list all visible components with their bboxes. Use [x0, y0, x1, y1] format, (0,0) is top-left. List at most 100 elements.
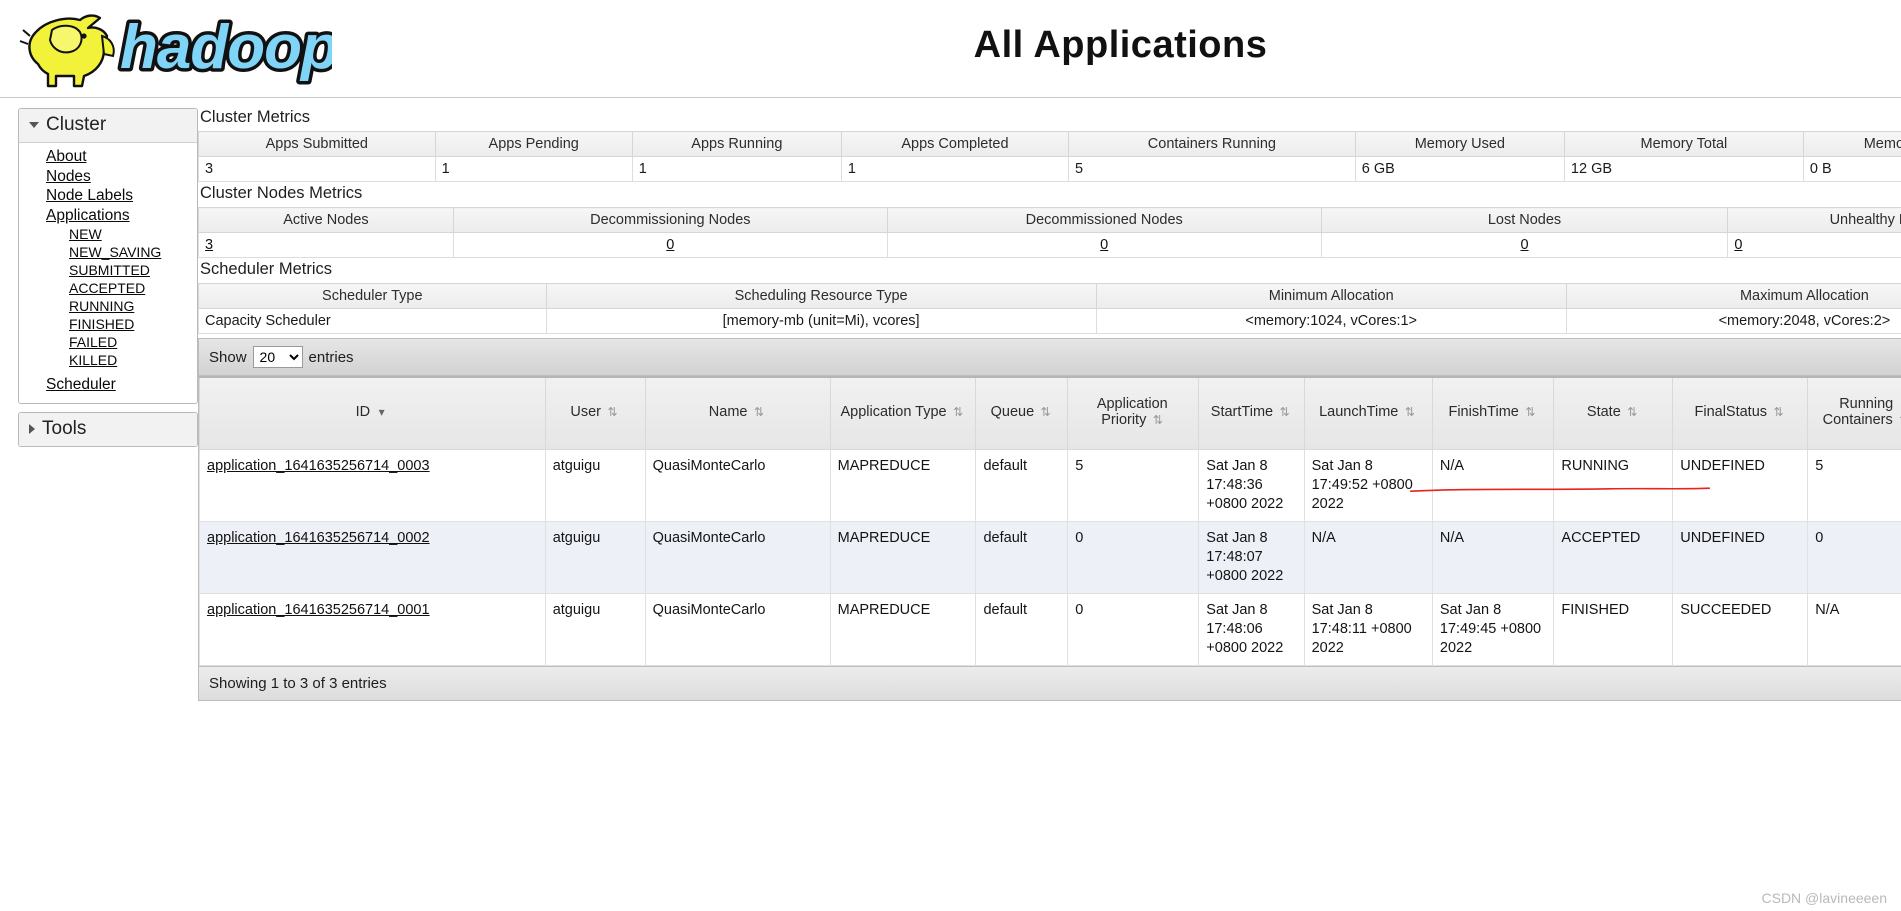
cluster-panel-header[interactable]: Cluster — [19, 109, 197, 143]
cell-running-containers: 0 — [1807, 520, 1901, 594]
cell-id: application_1641635256714_0002 — [199, 520, 546, 594]
th-queue[interactable]: Queue ⇅ — [975, 376, 1069, 450]
col-decommissioned-nodes: Decommissioned Nodes — [886, 207, 1322, 233]
hadoop-logo[interactable]: hadoop hadoop — [12, 6, 332, 92]
th-running-containers[interactable]: Running Containers⇅ — [1807, 376, 1901, 450]
val-active-nodes: 3 — [198, 232, 454, 258]
watermark-text: CSDN @lavineeeen — [1761, 890, 1888, 906]
main-content: Cluster Metrics Apps Submitted Apps Pend… — [198, 98, 1901, 701]
sidebar-state-submitted[interactable]: SUBMITTED — [19, 261, 197, 279]
applications-table: ID ▾ User ⇅ Name ⇅ Application Type ⇅ Qu… — [199, 376, 1901, 666]
cell-finalstatus: UNDEFINED — [1672, 520, 1809, 594]
val-scheduler-type: Capacity Scheduler — [198, 308, 547, 334]
val-maximum-allocation: <memory:2048, vCores:2> — [1565, 308, 1901, 334]
cell-queue: default — [975, 520, 1069, 594]
cell-id: application_1641635256714_0001 — [199, 592, 546, 666]
cluster-metrics-header-row: Apps Submitted Apps Pending Apps Running… — [198, 131, 1901, 157]
th-application-type[interactable]: Application Type ⇅ — [829, 376, 977, 450]
cell-starttime: Sat Jan 8 17:48:36 +0800 2022 — [1198, 448, 1305, 522]
sidebar-state-new[interactable]: NEW — [19, 225, 197, 243]
cell-name: QuasiMonteCarlo — [644, 520, 831, 594]
cell-user: atguigu — [544, 592, 646, 666]
sidebar-state-accepted[interactable]: ACCEPTED — [19, 279, 197, 297]
th-user[interactable]: User ⇅ — [544, 376, 646, 450]
cluster-nodes-metrics-table: Active Nodes Decommissioning Nodes Decom… — [198, 207, 1901, 258]
sort-none-icon: ⇅ — [953, 405, 964, 420]
cell-launchtime: Sat Jan 8 17:49:52 +0800 2022 — [1303, 448, 1433, 522]
table-row[interactable]: application_1641635256714_0003 atguigu Q… — [199, 448, 1901, 522]
cell-application-priority: 5 — [1067, 448, 1200, 522]
sidebar-state-new-saving[interactable]: NEW_SAVING — [19, 243, 197, 261]
cell-application-priority: 0 — [1067, 520, 1200, 594]
val-minimum-allocation: <memory:1024, vCores:1> — [1095, 308, 1567, 334]
th-application-priority[interactable]: Application Priority ⇅ — [1067, 376, 1200, 450]
val-apps-submitted: 3 — [198, 156, 436, 182]
val-memory-used: 6 GB — [1354, 156, 1565, 182]
link-active-nodes[interactable]: 3 — [205, 237, 213, 253]
sidebar-state-running[interactable]: RUNNING — [19, 297, 197, 315]
cell-application-type: MAPREDUCE — [829, 592, 977, 666]
sort-none-icon: ⇅ — [1040, 405, 1051, 420]
scheduler-metrics-title: Scheduler Metrics — [200, 260, 333, 278]
sidebar-item-node-labels[interactable]: Node Labels — [19, 186, 197, 206]
tools-panel-title: Tools — [42, 417, 87, 439]
sidebar-item-nodes[interactable]: Nodes — [19, 167, 197, 187]
scheduler-metrics-table: Scheduler Type Scheduling Resource Type … — [198, 283, 1901, 334]
val-scheduling-resource-type: [memory-mb (unit=Mi), vcores] — [545, 308, 1097, 334]
th-id[interactable]: ID ▾ — [199, 376, 546, 450]
col-maximum-allocation: Maximum Allocation — [1565, 283, 1901, 309]
link-unhealthy-nodes[interactable]: 0 — [1734, 237, 1742, 253]
val-decommissioned-nodes: 0 — [886, 232, 1322, 258]
th-name[interactable]: Name ⇅ — [644, 376, 831, 450]
sort-none-icon: ⇅ — [753, 405, 764, 420]
th-id-label: ID — [355, 404, 371, 421]
application-link[interactable]: application_1641635256714_0003 — [207, 458, 430, 474]
link-decommissioned-nodes[interactable]: 0 — [1100, 237, 1108, 253]
sidebar-item-about[interactable]: About — [19, 147, 197, 167]
th-finishtime[interactable]: FinishTime ⇅ — [1431, 376, 1555, 450]
sidebar-state-finished[interactable]: FINISHED — [19, 315, 197, 333]
cluster-metrics-table: Apps Submitted Apps Pending Apps Running… — [198, 131, 1901, 182]
link-decommissioning-nodes[interactable]: 0 — [666, 237, 674, 253]
cell-starttime: Sat Jan 8 17:48:06 +0800 2022 — [1198, 592, 1305, 666]
table-row[interactable]: application_1641635256714_0001 atguigu Q… — [199, 592, 1901, 666]
sort-none-icon: ⇅ — [607, 405, 618, 420]
th-user-label: User — [570, 404, 601, 421]
cell-state: RUNNING — [1553, 448, 1674, 522]
application-link[interactable]: application_1641635256714_0001 — [207, 602, 430, 618]
link-lost-nodes[interactable]: 0 — [1520, 237, 1528, 253]
cell-id: application_1641635256714_0003 — [199, 448, 546, 522]
page-size-select[interactable]: 20 50 100 — [252, 346, 303, 368]
sidebar-state-killed[interactable]: KILLED — [19, 351, 197, 369]
th-starttime[interactable]: StartTime ⇅ — [1198, 376, 1305, 450]
sidebar-item-applications[interactable]: Applications — [19, 206, 197, 226]
cluster-nodes-metrics-title: Cluster Nodes Metrics — [200, 184, 363, 202]
th-launchtime[interactable]: LaunchTime ⇅ — [1303, 376, 1433, 450]
application-link[interactable]: application_1641635256714_0002 — [207, 530, 430, 546]
th-finalstatus[interactable]: FinalStatus ⇅ — [1672, 376, 1809, 450]
cluster-panel: Cluster About Nodes Node Labels Applicat… — [18, 108, 198, 404]
th-state[interactable]: State ⇅ — [1553, 376, 1674, 450]
cell-running-containers: 5 — [1807, 448, 1901, 522]
sort-none-icon: ⇅ — [1773, 405, 1784, 420]
tools-panel-header[interactable]: Tools — [19, 412, 197, 446]
sidebar-state-failed[interactable]: FAILED — [19, 333, 197, 351]
sidebar: Cluster About Nodes Node Labels Applicat… — [18, 108, 198, 455]
th-name-label: Name — [708, 404, 748, 421]
val-unhealthy-nodes: 0 — [1727, 232, 1901, 258]
cell-finishtime: N/A — [1431, 448, 1555, 522]
col-lost-nodes: Lost Nodes — [1320, 207, 1729, 233]
datatable-info: Showing 1 to 3 of 3 entries — [199, 665, 1901, 700]
val-memory-reserved: 0 B — [1802, 156, 1901, 182]
cell-state: FINISHED — [1553, 592, 1674, 666]
tools-panel: Tools — [18, 411, 198, 447]
scheduler-metrics-header-row: Scheduler Type Scheduling Resource Type … — [198, 283, 1901, 309]
col-apps-running: Apps Running — [631, 131, 842, 157]
th-application-type-label: Application Type — [840, 404, 947, 421]
cell-launchtime: Sat Jan 8 17:48:11 +0800 2022 — [1303, 592, 1433, 666]
sort-none-icon: ⇅ — [1627, 405, 1638, 420]
cluster-metrics-title: Cluster Metrics — [200, 108, 311, 126]
sidebar-item-scheduler[interactable]: Scheduler — [19, 375, 197, 395]
val-apps-pending: 1 — [434, 156, 633, 182]
table-row[interactable]: application_1641635256714_0002 atguigu Q… — [199, 520, 1901, 594]
